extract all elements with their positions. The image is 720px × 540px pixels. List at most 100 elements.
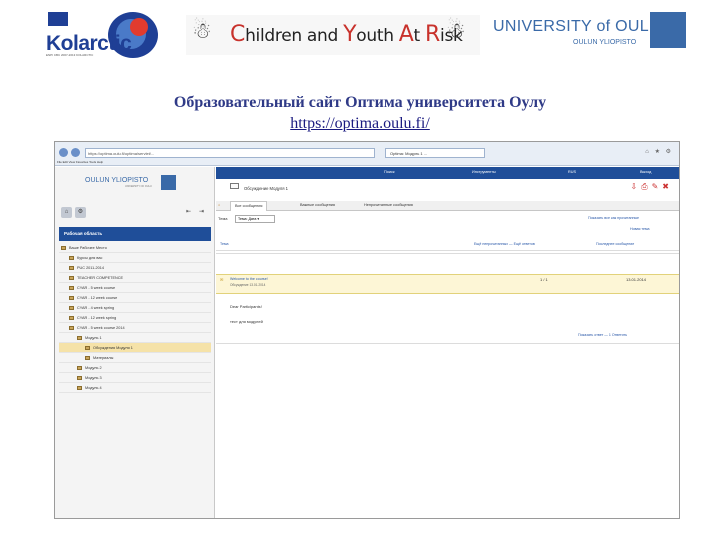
browser-menu[interactable]: File Edit View Favorites Tools Help: [57, 160, 103, 164]
message-title[interactable]: Welcome to the course!: [230, 277, 268, 281]
tab-important[interactable]: Важные сообщения: [300, 203, 335, 207]
tools-link[interactable]: Инструменты: [472, 170, 496, 174]
expand-icon[interactable]: ⇥: [196, 207, 207, 218]
page-title: Образовательный сайт Оптима университета…: [173, 94, 547, 111]
university-subtitle: OULUN YLIOPISTO: [573, 39, 637, 46]
tree-item[interactable]: CYAR - 12 week spring: [59, 313, 211, 323]
tree-item[interactable]: Модуль 2: [59, 363, 211, 373]
stick-figure-icon: ☃: [192, 18, 212, 43]
forward-icon[interactable]: [71, 148, 80, 157]
new-topic-link[interactable]: Новая тема: [630, 227, 649, 231]
tree-item[interactable]: Модуль 4: [59, 383, 211, 393]
tree-item[interactable]: CYAR - 5 week course: [59, 283, 211, 293]
tree-item-label: CYAR - 4 week spring: [77, 306, 115, 310]
sort-select[interactable]: Тема: Дата ▾: [235, 215, 275, 223]
tree-item-label: Материалы: [93, 356, 114, 360]
folder-icon: [69, 266, 74, 270]
divider: [216, 343, 679, 344]
tree-item-label: Курсы для вас: [77, 256, 103, 260]
folder-icon: [69, 276, 74, 280]
folder-icon: [69, 256, 74, 260]
tree-item[interactable]: Курсы для вас: [59, 253, 211, 263]
optima-link[interactable]: https://optima.oulu.fi/: [0, 115, 720, 133]
tree-item[interactable]: Модуль 3: [59, 373, 211, 383]
tab-unread[interactable]: Непрочитанные сообщения: [364, 203, 413, 207]
tree-item-label: Модуль 3: [85, 376, 102, 380]
tree-item[interactable]: Материалы: [59, 353, 211, 363]
message-row[interactable]: ✉ Welcome to the course! Обсуждение 13.0…: [216, 274, 679, 294]
collapse-icon[interactable]: ⇤: [183, 207, 194, 218]
university-logo-icon: [650, 12, 686, 48]
settings-icon[interactable]: ⚙: [75, 207, 86, 218]
folder-icon: [77, 386, 82, 390]
main-panel: Поиск Инструменты RUS Выход Обсуждение М…: [216, 167, 679, 518]
tabs-row: ⌂ Все сообщения Важные сообщения Непрочи…: [216, 201, 679, 211]
table-header: Тема Ещё непрочитанных — Ещё ответов Пос…: [216, 239, 679, 251]
back-icon[interactable]: [59, 148, 68, 157]
tree-item-label: Модуль 4: [85, 386, 102, 390]
tree-item[interactable]: CYAR - 4 week spring: [59, 303, 211, 313]
optima-screenshot: https://optima.oulu.fi/optima/servlet/..…: [54, 141, 680, 519]
browser-tab[interactable]: Optima: Модуль 1 ...: [385, 148, 485, 158]
home-icon[interactable]: ⌂: [61, 207, 72, 218]
sidebar-logo: OULUN YLIOPISTO: [85, 177, 149, 184]
tree-item[interactable]: CYAR - 5 week course 2014: [59, 323, 211, 333]
col-last-message[interactable]: Последнее сообщение: [596, 242, 634, 246]
folder-icon: [69, 296, 74, 300]
browser-tools-icons[interactable]: ⌂ ★ ⚙: [645, 148, 673, 155]
tree-item[interactable]: TEACHER COMPETENCE: [59, 273, 211, 283]
folder-icon: [77, 366, 82, 370]
folder-icon: [85, 346, 90, 350]
folder-icon: [69, 326, 74, 330]
stick-figure-icon: ☃: [446, 18, 466, 43]
sidebar-tools: ⌂ ⚙ ⇤ ⇥: [59, 207, 209, 221]
tree-item-label: CYAR - 5 week course: [77, 286, 116, 290]
breadcrumb: Обсуждение Модуля 1: [244, 186, 288, 191]
tree-item-label: Модуль 1: [85, 336, 102, 340]
folder-icon: [69, 306, 74, 310]
tree-item[interactable]: CYAR - 12 week course: [59, 293, 211, 303]
folder-icon: [69, 286, 74, 290]
tree-item-label: TEACHER COMPETENCE: [77, 276, 123, 280]
tree-item[interactable]: PUC 2011-2014: [59, 263, 211, 273]
tree-item-label: CYAR - 5 week course 2014: [77, 326, 125, 330]
kolarctic-subtitle: ENPI CBC 2007-2013 KOLARCTIC: [46, 53, 94, 57]
message-icon: ✉: [220, 277, 224, 282]
browser-toolbar: https://optima.oulu.fi/optima/servlet/..…: [55, 142, 679, 166]
message-body: тест для модулей: [230, 319, 263, 324]
col-unread[interactable]: Ещё непрочитанных — Ещё ответов: [474, 242, 535, 246]
tree-item-label: PUC 2011-2014: [77, 266, 104, 270]
message-meta: Обсуждение 13.01.2014: [230, 283, 266, 287]
tree-item[interactable]: Обсуждения Модуля 1: [59, 343, 211, 353]
tree-item-label: Ваше Рабочее Место: [69, 246, 107, 250]
mark-all-read-link[interactable]: Показать все как прочитанные: [588, 216, 639, 220]
message-count: 1 / 1: [540, 277, 548, 282]
folder-icon: [61, 246, 66, 250]
work-area-header[interactable]: Рабочая область: [59, 227, 211, 241]
university-name: UNIVERSITY of OULU: [493, 18, 661, 35]
folder-tree: Ваше Рабочее Место Курсы для вас PUC 2011-…: [59, 243, 211, 393]
sidebar: OULUN YLIOPISTO UNIVERSITY OF OULU ⌂ ⚙ ⇤…: [55, 167, 215, 518]
sidebar-logo-sub: UNIVERSITY OF OULU: [125, 185, 152, 188]
tree-item-label: Обсуждения Модуля 1: [93, 346, 133, 350]
home-icon[interactable]: ⌂: [218, 203, 220, 207]
tree-item-label: Модуль 2: [85, 366, 102, 370]
tree-item[interactable]: Ваше Рабочее Место: [59, 243, 211, 253]
message-actions[interactable]: Показать ответ — 1 Ответить: [578, 333, 627, 337]
tab-all-messages[interactable]: Все сообщения: [230, 201, 268, 211]
action-icons[interactable]: ⇩⎙✎✖: [630, 182, 673, 192]
tree-item[interactable]: Модуль 1: [59, 333, 211, 343]
address-bar[interactable]: https://optima.oulu.fi/optima/servlet/..…: [85, 148, 375, 158]
folder-icon: [85, 356, 90, 360]
message-greeting: Dear Participants!: [230, 304, 262, 309]
search-link[interactable]: Поиск: [384, 170, 395, 174]
divider: [216, 253, 679, 254]
top-nav: Поиск Инструменты RUS Выход: [216, 167, 679, 179]
eu-flag-icon: [48, 12, 68, 26]
tree-item-label: CYAR - 12 week spring: [77, 316, 117, 320]
cyar-title: Children and Youth At Risk: [230, 22, 463, 47]
university-logo-icon: [161, 175, 176, 190]
logout-link[interactable]: Выход: [640, 170, 651, 174]
language-link[interactable]: RUS: [568, 170, 576, 174]
col-topic[interactable]: Тема: [220, 242, 228, 246]
